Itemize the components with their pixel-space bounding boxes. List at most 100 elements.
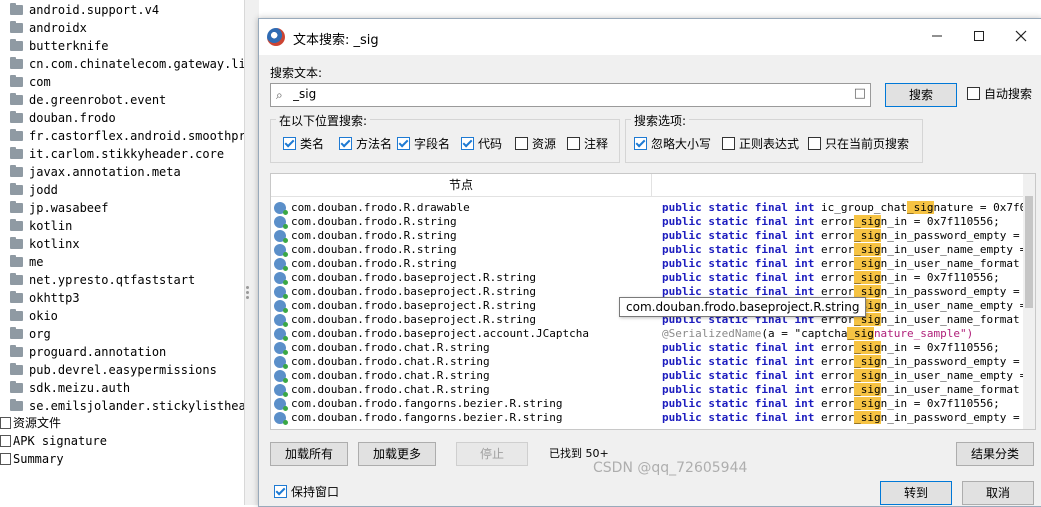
found-count: 已找到 50+: [549, 447, 609, 460]
results-scrollbar[interactable]: [1023, 174, 1035, 429]
pane-splitter[interactable]: [244, 0, 259, 505]
tree-package-item[interactable]: androidx: [10, 19, 87, 37]
table-row[interactable]: com.douban.frodo.chat.R.string public sta…: [271, 369, 1035, 383]
tree-package-item[interactable]: org: [10, 325, 51, 343]
minimize-button[interactable]: [923, 25, 951, 49]
tree-package-item[interactable]: fr.castorflex.android.smoothprogressbar: [10, 127, 244, 145]
node-column-header[interactable]: 节点: [271, 174, 652, 196]
close-button[interactable]: [1007, 25, 1035, 49]
tree-package-item[interactable]: sdk.meizu.auth: [10, 379, 130, 397]
table-row[interactable]: com.douban.frodo.baseproject.account.JCa…: [271, 327, 1023, 341]
code-pre: error: [820, 341, 855, 354]
folder-icon: [10, 129, 23, 141]
class-icon: [274, 286, 288, 299]
tree-package-item[interactable]: net.ypresto.qtfaststart: [10, 271, 195, 289]
table-row[interactable]: com.douban.frodo.R.string public static f…: [271, 229, 1035, 243]
folder-icon: [10, 255, 23, 267]
result-code: public static final int error_sign_in_us…: [662, 383, 1035, 397]
dialog-title: 文本搜索: _sig: [293, 33, 379, 48]
tree-package-item[interactable]: kotlinx: [10, 235, 80, 253]
table-row[interactable]: com.douban.frodo.R.string public static f…: [271, 243, 1035, 257]
keep-window-label: 保持窗口: [291, 485, 340, 499]
table-row[interactable]: com.douban.frodo.fangorns.bezier.R.strin…: [271, 411, 1035, 425]
table-row[interactable]: com.douban.frodo.R.string public static f…: [271, 257, 1035, 271]
search-option-checkbox[interactable]: 方法名: [339, 136, 392, 152]
keep-window-checkbox[interactable]: 保持窗口: [274, 484, 339, 500]
search-option-checkbox[interactable]: 类名: [283, 136, 324, 152]
group-results-button[interactable]: 结果分类: [956, 442, 1034, 466]
search-option-label: 字段名: [414, 137, 451, 151]
tree-package-item[interactable]: de.greenrobot.event: [10, 91, 166, 109]
result-node: com.douban.frodo.baseproject.R.string: [291, 313, 537, 326]
tree-package-label: android.support.v4: [29, 3, 160, 17]
tree-package-item[interactable]: butterknife: [10, 37, 108, 55]
tree-package-label: de.greenrobot.event: [29, 93, 167, 107]
tree-package-item[interactable]: cn.com.chinatelecom.gateway.lib: [10, 55, 244, 73]
tree-package-item[interactable]: pub.devrel.easypermissions: [10, 361, 217, 379]
search-option-checkbox[interactable]: 字段名: [397, 136, 450, 152]
class-icon: [274, 398, 288, 411]
code-keywords: public static final int: [662, 229, 821, 242]
search-option-checkbox[interactable]: 注释: [567, 136, 608, 152]
checkbox-box: [567, 137, 580, 150]
table-row[interactable]: com.douban.frodo.R.string public static f…: [271, 215, 1023, 229]
tree-root-item[interactable]: 资源文件: [0, 414, 61, 432]
tree-package-item[interactable]: se.emilsjolander.stickylistheaders: [10, 397, 244, 415]
table-row[interactable]: com.douban.frodo.chat.R.string public sta…: [271, 383, 1035, 397]
auto-search-box: [967, 87, 980, 100]
code-pre: error: [820, 383, 855, 396]
maximize-button[interactable]: [965, 25, 993, 49]
package-tree[interactable]: android.support.v4 androidx butterknife cn.…: [0, 0, 244, 505]
search-option-checkbox[interactable]: 只在当前页搜索: [808, 136, 909, 152]
tree-package-item[interactable]: it.carlom.stikkyheader.core: [10, 145, 224, 163]
scrollbar-thumb[interactable]: [1025, 196, 1033, 308]
table-row[interactable]: com.douban.frodo.baseproject.R.string pub…: [271, 271, 1023, 285]
tree-root-item[interactable]: APK signature: [0, 432, 107, 450]
tree-package-item[interactable]: kotlin: [10, 217, 72, 235]
result-code: public static final int error_sign_in = …: [662, 341, 1000, 355]
code-pre: error: [820, 257, 855, 270]
stop-button[interactable]: 停止: [456, 442, 528, 466]
search-option-checkbox[interactable]: 正则表达式: [722, 136, 799, 152]
tree-package-item[interactable]: okhttp3: [10, 289, 80, 307]
tree-package-item[interactable]: me: [10, 253, 43, 271]
tree-package-item[interactable]: jp.wasabeef: [10, 199, 108, 217]
tree-package-item[interactable]: javax.annotation.meta: [10, 163, 181, 181]
folder-icon: [10, 21, 23, 33]
result-code: public static final int error_sign_in_pa…: [662, 229, 1035, 243]
clear-icon[interactable]: □: [854, 86, 866, 101]
code-post: n_in_user_name_empty = 0x7f: [880, 243, 1035, 256]
search-input[interactable]: [293, 86, 853, 102]
load-all-button[interactable]: 加载所有: [270, 442, 348, 466]
search-box[interactable]: ⌕ □: [270, 83, 871, 107]
tree-package-item[interactable]: android.support.v4: [10, 1, 159, 19]
tree-package-item[interactable]: douban.frodo: [10, 109, 116, 127]
tree-package-item[interactable]: okio: [10, 307, 58, 325]
search-option-label: 只在当前页搜索: [825, 137, 910, 151]
checkbox-box: [339, 137, 352, 150]
match-highlight: _sig: [854, 271, 881, 284]
tree-package-item[interactable]: proguard.annotation: [10, 343, 166, 361]
table-row[interactable]: com.douban.frodo.R.drawable public static…: [271, 201, 1035, 215]
search-option-checkbox[interactable]: 忽略大小写: [634, 136, 711, 152]
result-node: com.douban.frodo.R.string: [291, 257, 457, 270]
keep-window-box: [274, 485, 287, 498]
search-option-checkbox[interactable]: 代码: [461, 136, 502, 152]
table-row[interactable]: com.douban.frodo.fangorns.bezier.R.strin…: [271, 397, 1023, 411]
search-button[interactable]: 搜索: [885, 83, 957, 107]
folder-icon: [10, 273, 23, 285]
result-code: public static final int error_sign_in = …: [662, 271, 1000, 285]
tree-root-item[interactable]: Summary: [0, 450, 64, 468]
goto-button[interactable]: 转到: [880, 481, 952, 505]
table-row[interactable]: com.douban.frodo.chat.R.string public sta…: [271, 341, 1023, 355]
tree-package-label: kotlinx: [29, 237, 80, 251]
cancel-button[interactable]: 取消: [962, 481, 1034, 505]
dialog-titlebar[interactable]: 文本搜索: _sig: [259, 19, 1041, 55]
table-row[interactable]: com.douban.frodo.chat.R.string public sta…: [271, 355, 1035, 369]
load-more-button[interactable]: 加载更多: [358, 442, 436, 466]
search-option-checkbox[interactable]: 资源: [515, 136, 556, 152]
tree-package-item[interactable]: com: [10, 73, 51, 91]
tree-package-item[interactable]: jodd: [10, 181, 58, 199]
folder-icon: [10, 75, 23, 87]
auto-search-checkbox[interactable]: 自动搜索: [967, 86, 1032, 102]
